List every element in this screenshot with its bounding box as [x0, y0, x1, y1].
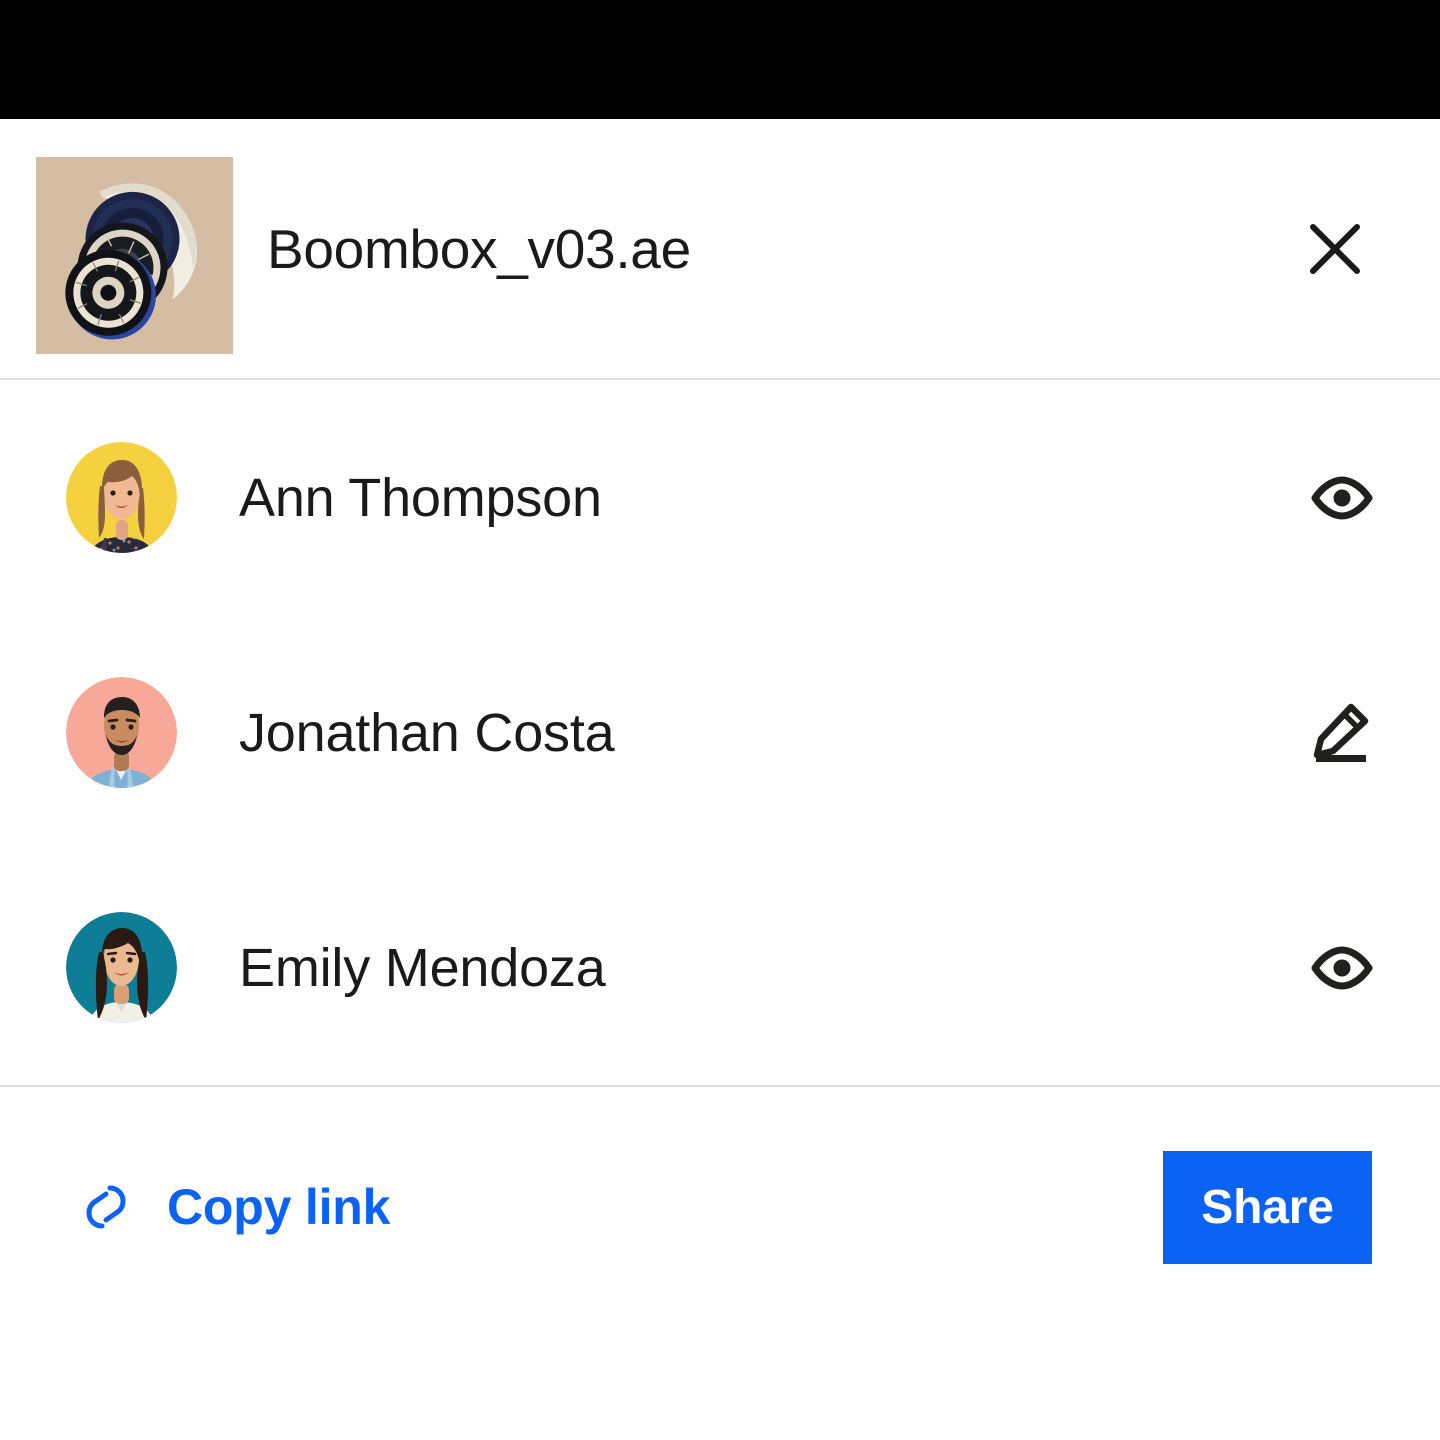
list-item[interactable]: Jonathan Costa [0, 615, 1440, 850]
share-dialog-screen: Boombox_v03.ae Ann Thompson Jonathan Cos… [0, 0, 1440, 1440]
permission-button-edit[interactable] [1302, 693, 1382, 773]
pencil-icon [1313, 703, 1371, 763]
dialog-footer: Copy link Share [0, 1087, 1440, 1327]
share-button[interactable]: Share [1163, 1150, 1372, 1264]
close-button[interactable] [1290, 119, 1380, 378]
copy-link-button[interactable]: Copy link [75, 1176, 390, 1238]
file-thumbnail [36, 157, 233, 354]
avatar [66, 442, 177, 553]
file-name-title: Boombox_v03.ae [267, 217, 691, 280]
avatar [66, 677, 177, 788]
shared-people-list: Ann Thompson Jonathan Costa Emily Mendoz… [0, 380, 1440, 1085]
list-item[interactable]: Ann Thompson [0, 380, 1440, 615]
list-item[interactable]: Emily Mendoza [0, 850, 1440, 1085]
letterbox-top-bar [0, 0, 1440, 119]
close-icon [1305, 219, 1365, 279]
dialog-header: Boombox_v03.ae [0, 119, 1440, 378]
person-name: Ann Thompson [239, 467, 602, 528]
person-name: Emily Mendoza [239, 937, 606, 998]
copy-link-label: Copy link [167, 1179, 391, 1235]
share-dialog: Boombox_v03.ae Ann Thompson Jonathan Cos… [0, 119, 1440, 1440]
person-name: Jonathan Costa [239, 702, 615, 763]
eye-icon [1311, 476, 1373, 520]
permission-button-view[interactable] [1302, 928, 1382, 1008]
link-icon [75, 1176, 137, 1238]
avatar [66, 912, 177, 1023]
permission-button-view[interactable] [1302, 458, 1382, 538]
eye-icon [1311, 946, 1373, 990]
